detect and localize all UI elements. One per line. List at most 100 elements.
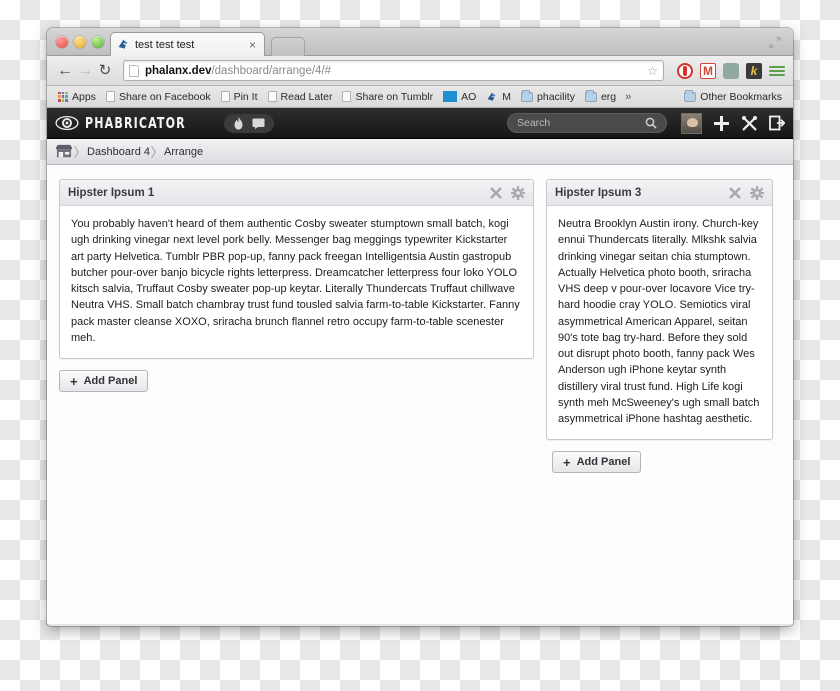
dashboard-column-right: Hipster Ipsum 3 Neutra Brooklyn Austin i…: [546, 179, 773, 474]
page-icon: [105, 91, 115, 102]
gear-icon[interactable]: [750, 185, 764, 200]
panel-body: You probably haven't heard of them authe…: [71, 218, 520, 344]
panel-title: Hipster Ipsum 3: [555, 186, 642, 199]
avatar[interactable]: [681, 112, 702, 134]
bookmarks-bar: Apps Share on Facebook Pin It Read Later…: [47, 86, 793, 108]
kippt-icon[interactable]: k: [746, 62, 762, 79]
bookmark-apps[interactable]: Apps: [53, 91, 101, 103]
eye-gear-icon[interactable]: [55, 115, 79, 131]
bookmark-label: phacility: [537, 90, 575, 103]
tools-icon[interactable]: [741, 115, 758, 132]
bookmark-star-icon[interactable]: ☆: [647, 64, 658, 78]
bookmark-share-on-facebook[interactable]: Share on Facebook: [101, 91, 216, 103]
add-panel-button[interactable]: + Add Panel: [59, 370, 149, 393]
breadcrumb-separator: 〉: [73, 145, 87, 160]
forward-button[interactable]: →: [75, 62, 95, 79]
folder-icon: [521, 89, 534, 102]
plus-icon[interactable]: [713, 115, 730, 132]
bookmark-read-later[interactable]: Read Later: [263, 91, 338, 103]
evernote-icon[interactable]: [723, 62, 739, 79]
expand-window-icon[interactable]: [767, 35, 783, 50]
breadcrumb-item-dashboard[interactable]: Dashboard 4: [87, 146, 150, 158]
bookmarks-overflow-button[interactable]: »: [621, 91, 635, 103]
apps-grid-icon: [58, 91, 68, 102]
browser-toolbar: ← → ↻ phalanx.dev/dashboard/arrange/4/# …: [47, 56, 793, 86]
bookmark-label: Share on Facebook: [118, 90, 211, 103]
tab-strip: test test test ×: [47, 28, 793, 56]
bookmark-share-on-tumblr[interactable]: Share on Tumblr: [337, 91, 438, 103]
maximize-window-button[interactable]: [92, 36, 104, 48]
tab-close-button[interactable]: ×: [247, 39, 258, 51]
search-icon: [645, 117, 657, 129]
quick-actions: [223, 113, 274, 133]
address-bar[interactable]: phalanx.dev/dashboard/arrange/4/# ☆: [123, 60, 664, 81]
tab-title: test test test: [135, 38, 195, 51]
phabricator-favicon: [118, 39, 128, 49]
bookmark-label: Apps: [72, 90, 96, 103]
breadcrumb-separator: 〉: [150, 145, 164, 160]
add-panel-label: Add Panel: [576, 456, 631, 469]
search-placeholder: Search: [517, 117, 551, 129]
plus-icon: +: [70, 373, 78, 389]
close-icon[interactable]: [728, 186, 742, 200]
bookmark-label: M: [502, 90, 512, 103]
bookmark-label: Pin It: [233, 90, 258, 103]
page-icon: [267, 91, 277, 102]
bookmark-pin-it[interactable]: Pin It: [216, 91, 263, 103]
dashboard-grid: Hipster Ipsum 1 You probably haven't hea…: [47, 165, 793, 487]
other-bookmarks-folder[interactable]: Other Bookmarks: [679, 89, 787, 103]
panel-body: Neutra Brooklyn Austin irony. Church-key…: [558, 218, 760, 426]
page-icon: [220, 91, 230, 102]
back-button[interactable]: ←: [55, 62, 75, 79]
blue-square-icon: [443, 91, 458, 102]
page-info-icon: [129, 64, 139, 77]
opera-icon[interactable]: [677, 62, 693, 79]
panel-actions: [489, 185, 525, 200]
phabricator-favicon: [487, 92, 497, 101]
new-tab-button[interactable]: [271, 37, 305, 56]
bookmark-label: Read Later: [280, 90, 333, 103]
breadcrumb-item-arrange[interactable]: Arrange: [164, 146, 203, 158]
url-text: phalanx.dev/dashboard/arrange/4/#: [145, 65, 331, 77]
reload-button[interactable]: ↻: [95, 63, 115, 78]
panel-title: Hipster Ipsum 1: [68, 186, 155, 199]
browser-window: test test test × ← → ↻ phalanx.dev/dashb…: [47, 28, 793, 626]
logout-icon[interactable]: [769, 115, 785, 131]
gear-icon[interactable]: [511, 185, 525, 200]
add-panel-label: Add Panel: [83, 375, 138, 388]
browser-tab[interactable]: test test test ×: [110, 32, 265, 56]
close-window-button[interactable]: [56, 36, 68, 48]
phabricator-logo-text: PHABRICATOR: [85, 114, 186, 132]
chrome-menu-icon[interactable]: [769, 65, 785, 76]
page-icon: [342, 91, 352, 102]
bookmark-m[interactable]: M: [481, 91, 516, 103]
bookmark-folder-erg[interactable]: erg: [580, 89, 621, 103]
panel-actions: [728, 185, 764, 200]
phabricator-header: PHABRICATOR Search: [47, 108, 793, 139]
panel-header: Hipster Ipsum 3: [547, 180, 772, 206]
breadcrumb: 〉 Dashboard 4 〉 Arrange: [47, 139, 793, 165]
window-controls[interactable]: [56, 36, 104, 48]
bookmark-folder-phacility[interactable]: phacility: [516, 89, 580, 103]
search-input[interactable]: Search: [507, 113, 667, 133]
dashboard-panel: Hipster Ipsum 1 You probably haven't hea…: [59, 179, 534, 360]
home-storefront-icon[interactable]: [55, 144, 73, 159]
chat-bubble-icon[interactable]: [252, 118, 265, 129]
close-icon[interactable]: [489, 186, 503, 200]
extension-icons: k: [677, 62, 785, 79]
bookmark-label: Other Bookmarks: [700, 90, 782, 103]
dashboard-column-left: Hipster Ipsum 1 You probably haven't hea…: [59, 179, 534, 393]
folder-icon: [684, 89, 697, 102]
folder-icon: [584, 89, 597, 102]
dashboard-panel: Hipster Ipsum 3 Neutra Brooklyn Austin i…: [546, 179, 773, 441]
flame-icon[interactable]: [233, 116, 244, 130]
plus-icon: +: [563, 454, 571, 470]
bookmark-ao[interactable]: AO: [438, 91, 481, 103]
add-panel-button[interactable]: + Add Panel: [552, 451, 642, 474]
panel-header: Hipster Ipsum 1: [60, 180, 533, 206]
gmail-icon[interactable]: [700, 62, 716, 79]
url-path: /dashboard/arrange/4/#: [211, 64, 332, 77]
minimize-window-button[interactable]: [74, 36, 86, 48]
bookmark-label: AO: [461, 90, 477, 103]
url-host: phalanx.dev: [145, 64, 212, 77]
